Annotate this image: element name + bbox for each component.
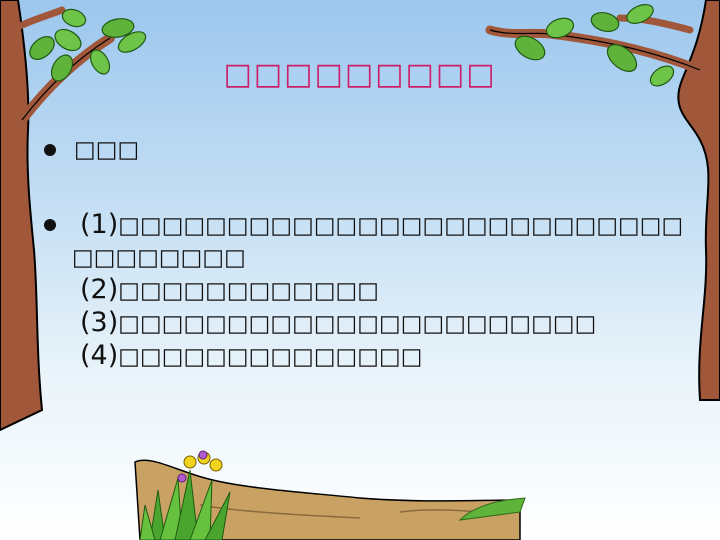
item-number: (2) bbox=[80, 274, 119, 305]
list-item: (3)□□□□□□□□□□□□□□□□□□□□□□ bbox=[80, 307, 680, 340]
slide-title: □□□□□□□□□ bbox=[223, 57, 497, 92]
item-number: (4) bbox=[80, 340, 119, 371]
bullet-dot-icon bbox=[44, 219, 56, 231]
item-text: □□□□□□□□□□□□□□ bbox=[118, 344, 423, 370]
item-text: □□□□□□□□□□□□□□□□□□□□□□□□□□ bbox=[118, 213, 684, 239]
item-number: (3) bbox=[80, 307, 119, 338]
item-number: (1) bbox=[80, 209, 119, 240]
heading-text: □□□ bbox=[74, 137, 140, 163]
bullet-list-marker bbox=[44, 209, 74, 231]
bullet-heading: □□□ bbox=[44, 134, 139, 166]
item-text: □□□□□□□□□□□□□□□□□□□□□□ bbox=[118, 311, 597, 337]
item-text: □□□□□□□□□□□□ bbox=[118, 278, 380, 304]
bullet-dot-icon bbox=[44, 144, 56, 156]
list-item: (4)□□□□□□□□□□□□□□ bbox=[80, 340, 680, 373]
list-item-continuation: □□□□□□□□ bbox=[72, 245, 246, 271]
list-item: (1)□□□□□□□□□□□□□□□□□□□□□□□□□□ bbox=[80, 209, 684, 242]
list-item: (2)□□□□□□□□□□□□ bbox=[80, 274, 680, 307]
numbered-list: (1)□□□□□□□□□□□□□□□□□□□□□□□□□□ □□□□□□□□ (… bbox=[72, 209, 684, 373]
